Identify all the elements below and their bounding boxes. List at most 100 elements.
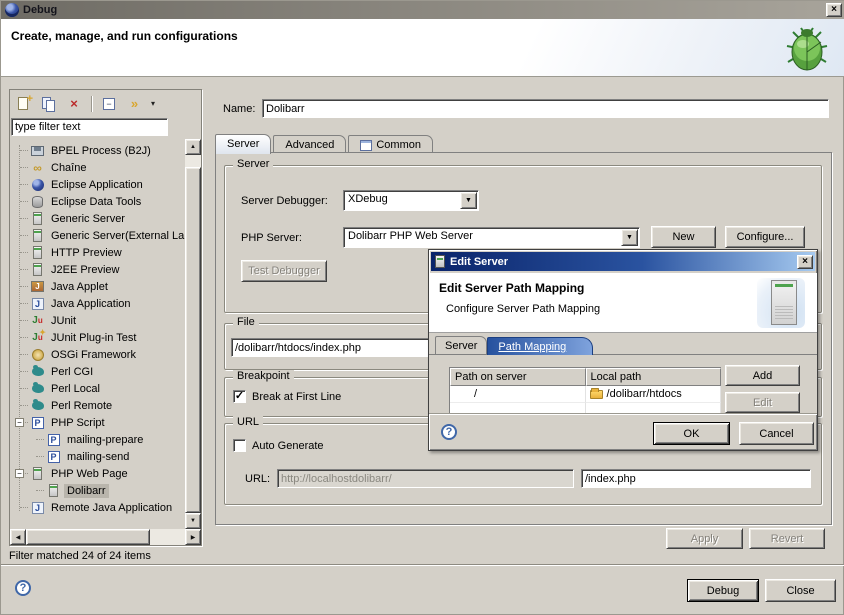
apply-button[interactable]: Apply [666,528,743,549]
tab-server[interactable]: Server [215,134,271,154]
edit-server-close-button[interactable]: × [797,255,813,269]
server-icon [46,484,61,498]
tree-item-eclipse-data-tools[interactable]: Eclipse Data Tools [10,193,185,210]
collapse-all-icon[interactable]: − [101,96,117,112]
tab-server-settings[interactable]: Server [435,336,487,354]
tree-item-perl-cgi[interactable]: Perl CGI [10,363,185,380]
tree-item-chaine[interactable]: ∞ Chaîne [10,159,185,176]
tab-path-mapping[interactable]: Path Mapping [487,337,593,355]
tree-item-j2ee-preview[interactable]: J2EE Preview [10,261,185,278]
column-path-on-server[interactable]: Path on server [450,368,586,386]
tree-item-mailing-send[interactable]: P mailing-send [10,448,185,465]
window-close-button[interactable]: × [826,3,842,17]
tree-item-eclipse-application[interactable]: Eclipse Application [10,176,185,193]
tree-item-junit-plugin-test[interactable]: Ju✦ JUnit Plug-in Test [10,329,185,346]
tree-item-perl-remote[interactable]: Perl Remote [10,397,185,414]
scroll-left-icon[interactable]: ◀ [10,529,26,545]
break-first-line-checkbox[interactable]: ✓ [233,390,246,403]
scroll-down-icon[interactable]: ▼ [185,513,201,529]
scroll-up-icon[interactable]: ▲ [185,139,201,155]
junit-plugin-icon: Ju✦ [30,331,45,345]
php-icon: P [30,416,45,430]
column-local-path[interactable]: Local path [586,368,722,386]
tree-item-osgi-framework[interactable]: OSGi Framework [10,346,185,363]
edit-server-header: Edit Server Path Mapping Configure Serve… [429,273,817,333]
tree-item-bpel-process[interactable]: BPEL Process (B2J) [10,142,185,159]
help-icon[interactable]: ? [441,424,457,440]
duplicate-configuration-icon[interactable] [41,96,57,112]
test-debugger-button[interactable]: Test Debugger [241,260,327,282]
server-tower-image [771,280,797,325]
debug-bug-icon [781,22,833,76]
path-on-server-cell: / [450,386,586,403]
edit-server-title: Edit Server [450,256,797,268]
chain-icon: ∞ [30,161,45,175]
tree-horizontal-scrollbar[interactable]: ◀ ▶ [10,529,201,545]
close-button[interactable]: Close [765,579,836,602]
url-group-legend: URL [233,416,263,428]
add-mapping-button[interactable]: Add [725,365,800,386]
scroll-right-icon[interactable]: ▶ [185,529,201,545]
edit-server-titlebar[interactable]: Edit Server × [431,252,815,271]
configuration-tabs: Server Advanced Common [215,133,435,153]
local-path-cell: /dolibarr/htdocs [586,386,721,403]
debug-configurations-window: Debug × Create, manage, and run configur… [0,0,844,615]
tree-item-php-web-page[interactable]: − PHP Web Page [10,465,185,482]
collapse-expander-icon[interactable]: − [15,469,24,478]
tree-item-http-preview[interactable]: HTTP Preview [10,244,185,261]
debug-button[interactable]: Debug [687,579,759,602]
tree-item-generic-server-external[interactable]: Generic Server(External La [10,227,185,244]
edit-server-button-bar: ? OK Cancel [429,413,817,453]
php-icon: P [46,450,61,464]
horizontal-scroll-thumb[interactable] [26,529,150,545]
new-configuration-icon[interactable]: + [16,96,32,112]
toolbar-menu-chevron-icon[interactable]: ▾ [151,99,155,108]
tree-item-junit[interactable]: Ju JUnit [10,312,185,329]
tree-item-java-application[interactable]: J Java Application [10,295,185,312]
camel-icon [30,382,45,396]
path-mapping-panel: Path on server Local path / /dolibarr/ht… [429,354,817,413]
toolbar-separator [91,96,92,112]
php-server-select[interactable]: Dolibarr PHP Web Server ▼ [343,227,640,248]
php-server-label: PHP Server: [241,232,302,244]
tab-common[interactable]: Common [348,135,433,153]
auto-generate-label: Auto Generate [252,440,324,452]
java-icon: J [30,297,45,311]
window-titlebar[interactable]: Debug × [1,1,844,19]
filter-launch-configurations-icon[interactable]: » [126,96,142,112]
cancel-button[interactable]: Cancel [739,422,814,445]
filter-match-status: Filter matched 24 of 24 items [9,550,151,562]
dropdown-arrow-icon[interactable]: ▼ [621,229,638,246]
tree-item-dolibarr[interactable]: Dolibarr [10,482,185,499]
filter-input[interactable] [11,118,168,136]
server-debugger-label: Server Debugger: [241,195,328,207]
revert-button[interactable]: Revert [749,528,825,549]
tree-item-mailing-prepare[interactable]: P mailing-prepare [10,431,185,448]
server-icon [30,467,45,481]
tree-item-perl-local[interactable]: Perl Local [10,380,185,397]
tree-item-generic-server[interactable]: Generic Server [10,210,185,227]
vertical-scroll-thumb[interactable] [185,167,201,513]
dialog-banner: Create, manage, and run configurations [1,19,844,77]
help-icon[interactable]: ? [15,580,31,596]
url-path-input[interactable] [581,469,811,488]
name-input[interactable] [262,99,829,118]
tree-item-php-script[interactable]: − P PHP Script [10,414,185,431]
tree-item-java-applet[interactable]: J Java Applet [10,278,185,295]
server-debugger-select[interactable]: XDebug ▼ [343,190,479,211]
auto-generate-checkbox[interactable] [233,439,246,452]
table-row-empty [450,403,721,413]
configure-server-button[interactable]: Configure... [725,226,805,248]
tab-advanced[interactable]: Advanced [273,135,346,153]
new-server-button[interactable]: New [651,226,716,248]
delete-configuration-icon[interactable]: × [66,96,82,112]
table-row[interactable]: / /dolibarr/htdocs [450,386,721,403]
edit-mapping-button[interactable]: Edit [725,392,800,413]
database-icon [30,195,45,209]
collapse-expander-icon[interactable]: − [15,418,24,427]
path-mapping-table[interactable]: Path on server Local path / /dolibarr/ht… [449,367,721,413]
tree-vertical-scrollbar[interactable]: ▲ ▼ [185,139,201,529]
ok-button[interactable]: OK [653,422,730,445]
tree-item-remote-java-application[interactable]: J Remote Java Application [10,499,185,516]
dropdown-arrow-icon[interactable]: ▼ [460,192,477,209]
